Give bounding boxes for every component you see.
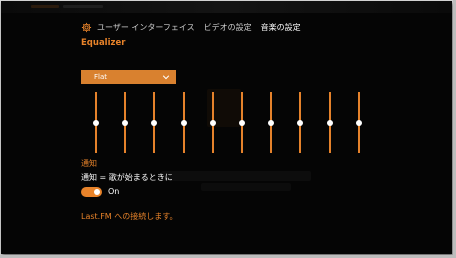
equalizer-band-5-thumb[interactable] (210, 120, 216, 126)
notifications-toggle-label: On (108, 187, 120, 196)
equalizer-band-2-thumb[interactable] (122, 120, 128, 126)
equalizer-band-6-thumb[interactable] (239, 120, 245, 126)
equalizer-band-4-thumb[interactable] (181, 120, 187, 126)
notifications-title: 通知 (81, 159, 97, 168)
equalizer-band-7-thumb[interactable] (268, 120, 274, 126)
notifications-toggle[interactable] (81, 187, 102, 197)
equalizer-band-1-thumb[interactable] (93, 120, 99, 126)
lastfm-connect-link[interactable]: Last.FM への接続します。 (81, 211, 177, 222)
equalizer-sliders (1, 1, 452, 254)
notifications-description: 通知 = 歌が始まるときに (81, 173, 173, 182)
equalizer-band-3-thumb[interactable] (151, 120, 157, 126)
equalizer-band-9-thumb[interactable] (327, 120, 333, 126)
toggle-knob (94, 189, 100, 195)
app-window: ユーザー インターフェイス ビデオの設定 音楽の設定 Equalizer Fla… (1, 1, 452, 254)
equalizer-band-10-thumb[interactable] (356, 120, 362, 126)
equalizer-band-8-thumb[interactable] (297, 120, 303, 126)
